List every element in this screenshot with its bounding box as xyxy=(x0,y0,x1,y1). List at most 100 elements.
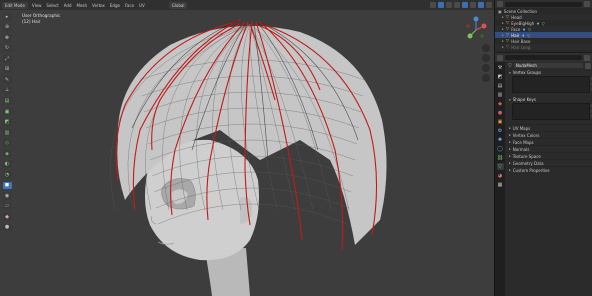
data-tab-icon[interactable]: ▽ xyxy=(496,163,504,170)
world-tab-icon[interactable]: ● xyxy=(497,109,504,116)
panel-header-vertex-groups[interactable]: ▾ Vertex Groups xyxy=(506,69,592,76)
properties-search-input[interactable] xyxy=(505,55,582,60)
shape-keys-list[interactable] xyxy=(512,103,592,120)
menu-face[interactable]: Face xyxy=(124,3,135,8)
grid-icon[interactable] xyxy=(482,74,490,82)
annotate-icon[interactable]: ✎ xyxy=(2,76,12,84)
menu-select[interactable]: Select xyxy=(45,3,59,8)
rip-icon[interactable]: ◆ xyxy=(2,213,12,221)
xray-icon[interactable] xyxy=(462,2,468,8)
expand-arrow-icon[interactable]: ▸ xyxy=(502,15,504,19)
outliner[interactable]: ▣ Scene Collection ▸ ▽ Head ▸ ▽ EyeBigHi… xyxy=(494,0,592,52)
texture-tab-icon[interactable]: ▦ xyxy=(497,181,504,188)
bevel-icon[interactable]: ◩ xyxy=(2,118,12,126)
smooth-icon[interactable]: ◔ xyxy=(2,170,12,179)
mesh-data-icon: ▽ xyxy=(508,62,512,69)
viewport-header: Edit Mode View Select Add Mesh Vertex Ed… xyxy=(0,0,494,10)
expand-arrow-icon[interactable]: ▸ xyxy=(502,45,504,49)
move-icon[interactable]: ✥ xyxy=(2,34,12,42)
editor-type-icon[interactable] xyxy=(497,54,503,61)
tool-shelf: ▸ ⊕ ✥ ↻ ⤢ ⊞ ✎ ⟂ ▤ ▣ ◩ ▥ ◇ ◈ ◐ ◔ ◼ ◉ ▱ ◆ … xyxy=(0,11,14,232)
filter-icon[interactable] xyxy=(584,1,590,7)
panel-uv-maps[interactable]: ▸ UV Maps xyxy=(506,124,592,131)
expand-arrow-icon[interactable]: ▸ xyxy=(502,27,504,31)
render-tab-icon[interactable]: ◩ xyxy=(497,73,504,80)
mesh-name-field[interactable]: NudaMesh xyxy=(513,63,583,68)
panel-face-maps[interactable]: ▸ Face Maps xyxy=(506,138,592,145)
pivot-icon[interactable] xyxy=(430,2,436,8)
object-tab-icon[interactable]: ▣ xyxy=(497,118,504,125)
physics-tab-icon[interactable]: ◯ xyxy=(497,145,504,152)
hair-model-render[interactable] xyxy=(0,10,494,296)
panel-geometry-data[interactable]: ▸ Geometry Data xyxy=(506,159,592,166)
fake-user-icon[interactable] xyxy=(585,62,591,69)
panel-texture-space[interactable]: ▸ Texture Space xyxy=(506,152,592,159)
mesh-data-icon: ▽ xyxy=(527,26,531,32)
poly-build-icon[interactable]: ◈ xyxy=(2,149,12,158)
constraints-tab-icon[interactable]: ⛓ xyxy=(497,154,504,161)
proportional-edit-icon[interactable] xyxy=(446,2,452,8)
menu-view[interactable]: View xyxy=(31,3,43,8)
shear-icon[interactable]: ▱ xyxy=(2,202,12,211)
menu-edge[interactable]: Edge xyxy=(109,3,121,8)
panel-collapse-icon: ▸ xyxy=(509,140,511,144)
panel-expand-icon: ▾ xyxy=(509,97,511,102)
outliner-row-hair-long[interactable]: ▸ ▽ Hair Long xyxy=(495,44,592,50)
3d-viewport[interactable]: User Orthographic (12) Hair xyxy=(0,10,494,296)
material-shading-icon[interactable] xyxy=(478,2,484,8)
cursor-icon[interactable]: ⊕ xyxy=(2,23,12,32)
modifier-icon: ♦ xyxy=(536,20,540,26)
transform-orientation-dropdown[interactable]: Global xyxy=(168,1,188,9)
extrude-icon[interactable]: ▤ xyxy=(2,97,12,105)
panel-header-shape-keys[interactable]: ▾ Shape Keys xyxy=(506,96,592,103)
expand-arrow-icon[interactable]: ▸ xyxy=(502,21,504,25)
modifier-tab-icon[interactable]: ⚙ xyxy=(497,127,504,134)
output-tab-icon[interactable]: ▤ xyxy=(497,82,504,89)
display-mode-icon[interactable] xyxy=(497,1,503,7)
modifier-icon: ♦ xyxy=(522,26,526,32)
outliner-search-input[interactable] xyxy=(505,1,582,7)
overlay-icon[interactable] xyxy=(454,2,460,8)
scene-tab-icon[interactable]: ◆ xyxy=(497,100,504,107)
hand-pan-icon[interactable] xyxy=(482,54,490,62)
sphere-icon[interactable]: ● xyxy=(2,223,12,232)
view-layer-tab-icon[interactable]: ▥ xyxy=(497,91,504,98)
expand-arrow-icon[interactable]: ▸ xyxy=(502,33,504,37)
vertex-groups-list[interactable] xyxy=(512,76,592,93)
rotate-icon[interactable]: ↻ xyxy=(2,44,12,53)
measure-icon[interactable]: ⟂ xyxy=(2,86,12,95)
loop-cut-icon[interactable]: ▥ xyxy=(2,128,12,137)
particles-tab-icon[interactable]: ✺ xyxy=(497,136,504,143)
edge-slide-icon[interactable]: ◼ xyxy=(2,181,12,190)
navigation-gizmo[interactable] xyxy=(462,16,490,42)
select-box-icon[interactable]: ▸ xyxy=(2,13,12,21)
material-tab-icon[interactable]: ◕ xyxy=(497,172,504,179)
mode-dropdown[interactable]: Edit Mode xyxy=(2,1,28,9)
menu-uv[interactable]: UV xyxy=(138,3,146,8)
solid-shading-icon[interactable] xyxy=(470,2,476,8)
transform-icon[interactable]: ⊞ xyxy=(2,65,12,74)
scale-icon[interactable]: ⤢ xyxy=(2,55,12,63)
knife-icon[interactable]: ◇ xyxy=(2,139,12,147)
panel-collapse-icon: ▸ xyxy=(509,147,511,151)
panel-vertex-colors[interactable]: ▸ Vertex Colors xyxy=(506,131,592,138)
menu-add[interactable]: Add xyxy=(63,3,73,8)
inset-icon[interactable]: ▣ xyxy=(2,107,12,116)
camera-icon[interactable] xyxy=(482,64,490,72)
snap-icon[interactable] xyxy=(438,2,444,8)
properties-tabs: ⚒ ◩ ▤ ▥ ◆ ● ▣ ⚙ ✺ ◯ ⛓ ▽ ◕ ▦ xyxy=(495,62,505,296)
panel-normals[interactable]: ▸ Normals xyxy=(506,145,592,152)
shrink-fatten-icon[interactable]: ◉ xyxy=(2,192,12,200)
menu-vertex[interactable]: Vertex xyxy=(91,3,106,8)
mesh-data-icon: ▽ xyxy=(527,32,531,38)
rendered-shading-icon[interactable] xyxy=(486,2,492,8)
object-icon: ▽ xyxy=(505,14,510,20)
tool-tab-icon[interactable]: ⚒ xyxy=(497,64,504,71)
zoom-icon[interactable] xyxy=(482,44,490,52)
pin-icon[interactable] xyxy=(584,54,590,61)
panel-custom-properties[interactable]: ▸ Custom Properties xyxy=(506,166,592,173)
object-icon: ▽ xyxy=(505,26,510,32)
menu-mesh[interactable]: Mesh xyxy=(76,3,89,8)
expand-arrow-icon[interactable]: ▸ xyxy=(502,39,504,43)
spin-icon[interactable]: ◐ xyxy=(2,160,12,168)
